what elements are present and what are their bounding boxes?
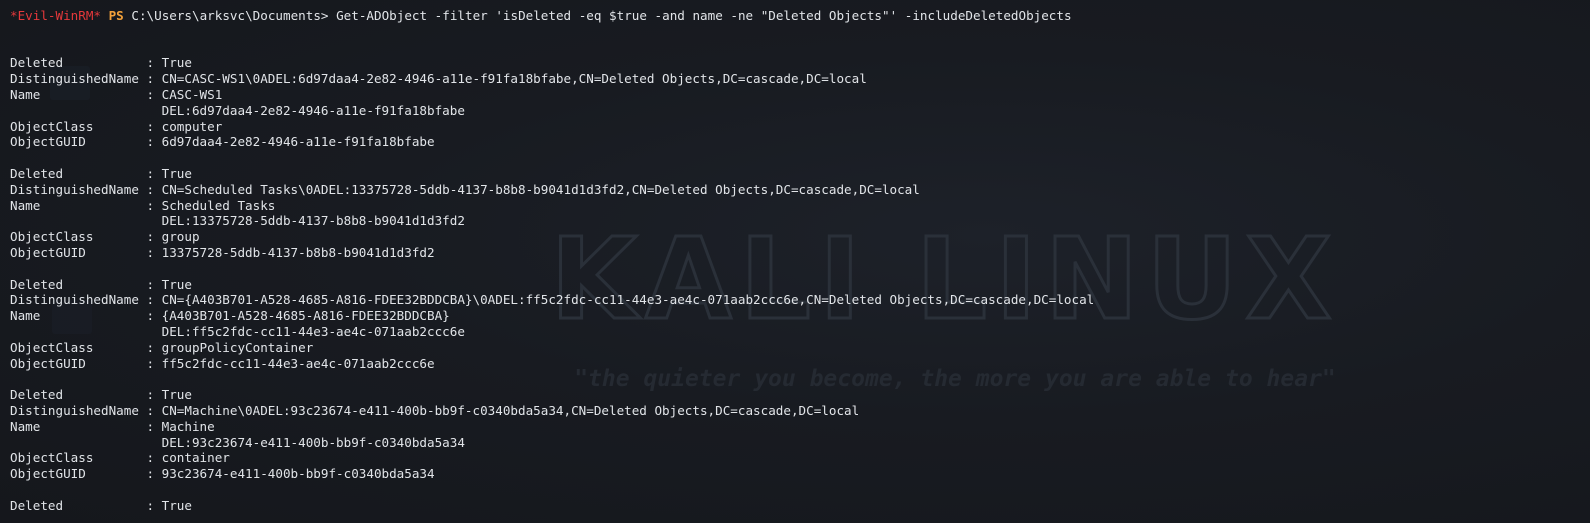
output-line: Deleted : True [10,165,192,181]
prompt-line: *Evil-WinRM* PS C:\Users\arksvc\Document… [10,8,1094,24]
output-line: Name : Machine [10,418,215,434]
output-line: Deleted : True [10,497,192,513]
output-line: ObjectGUID : ff5c2fdc-cc11-44e3-ae4c-071… [10,355,435,371]
output-line: ObjectGUID : 6d97daa4-2e82-4946-a11e-f91… [10,134,435,150]
output-line: Deleted : True [10,55,192,71]
output-line: Deleted : True [10,276,192,292]
output-line: Name : {A403B701-A528-4685-A816-FDEE32BD… [10,308,450,324]
output-line [10,482,1094,498]
output-line: DistinguishedName : CN=CASC-WS1\0ADEL:6d… [10,71,867,87]
output-line: DEL:93c23674-e411-400b-bb9f-c0340bda5a34 [10,434,465,450]
command-text: Get-ADObject -filter 'isDeleted -eq $tru… [336,8,1072,23]
output-line: DistinguishedName : CN=Machine\0ADEL:93c… [10,402,860,418]
output-line [10,40,1094,56]
output-line [10,150,1094,166]
output-line: DEL:ff5c2fdc-cc11-44e3-ae4c-071aab2ccc6e [10,323,465,339]
output-line [10,261,1094,277]
output-line: ObjectGUID : 93c23674-e411-400b-bb9f-c03… [10,466,435,482]
output-line: ObjectClass : group [10,229,200,245]
prompt-shell-name: *Evil-WinRM* [10,8,101,23]
output-line: DistinguishedName : CN=Scheduled Tasks\0… [10,181,920,197]
output-line: ObjectGUID : 13375728-5ddb-4137-b8b8-b90… [10,244,435,260]
output-line [10,24,1094,40]
output-line: DEL:6d97daa4-2e82-4946-a11e-f91fa18bfabe [10,102,465,118]
output-line: ObjectClass : container [10,450,230,466]
output-line: Name : CASC-WS1 [10,86,223,102]
prompt-ps: PS [108,8,124,23]
output-line: Name : Scheduled Tasks [10,197,276,213]
output-line: ObjectClass : groupPolicyContainer [10,339,314,355]
output-line: Deleted : True [10,387,192,403]
output-line: DEL:13375728-5ddb-4137-b8b8-b9041d1d3fd2 [10,213,465,229]
prompt-path: C:\Users\arksvc\Documents> [131,8,329,23]
output-line: ObjectClass : computer [10,118,223,134]
output-line: DistinguishedName : CN={A403B701-A528-46… [10,292,1095,308]
terminal-output: *Evil-WinRM* PS C:\Users\arksvc\Document… [10,8,1094,514]
output-line [10,371,1094,387]
terminal-window[interactable]: KALI LINUX "the quieter you become, the … [0,0,1590,523]
